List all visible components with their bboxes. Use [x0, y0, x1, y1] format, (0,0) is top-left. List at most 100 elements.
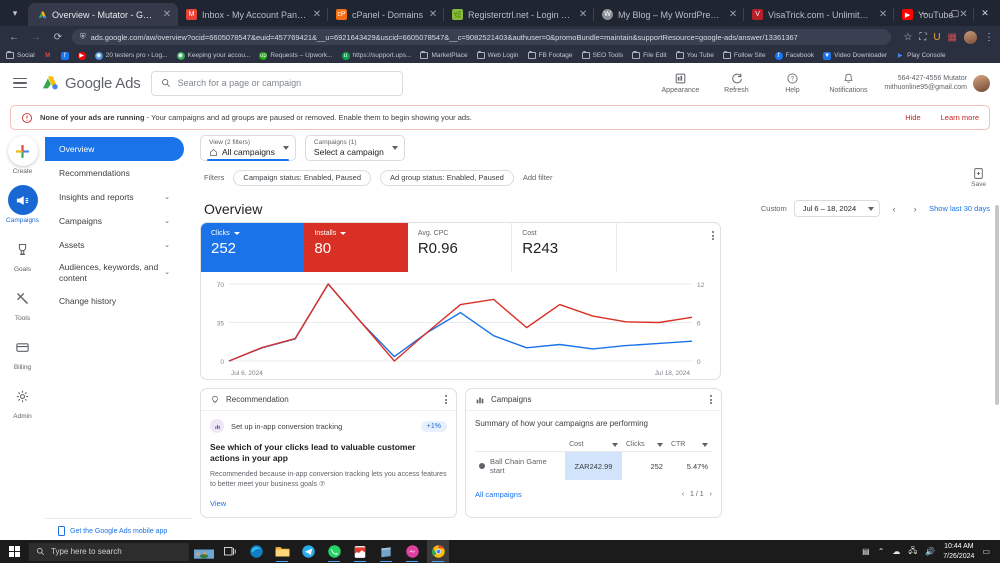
whatsapp-icon[interactable]: [323, 540, 345, 563]
browser-tab[interactable]: cP cPanel - Domains ✕: [328, 3, 445, 26]
maximize-button[interactable]: ▢: [940, 0, 970, 26]
show-last-30-days-link[interactable]: Show last 30 days: [929, 204, 990, 213]
metric-cost[interactable]: Cost R243: [512, 223, 617, 272]
show-hidden-icons[interactable]: ⌃: [878, 547, 885, 556]
back-icon[interactable]: ←: [6, 29, 22, 45]
metric-installs[interactable]: Installs 80: [304, 223, 408, 272]
column-header-ctr[interactable]: CTR: [666, 439, 712, 452]
rail-item-tools[interactable]: Tools: [0, 283, 45, 322]
address-bar[interactable]: ⛨ ads.google.com/aw/overview?ocid=660507…: [72, 29, 892, 45]
rail-item-admin[interactable]: Admin: [0, 381, 45, 420]
hide-link[interactable]: Hide: [905, 113, 920, 122]
clock[interactable]: 10:44 AM 7/26/2024: [943, 542, 974, 560]
close-icon[interactable]: ✕: [312, 9, 322, 20]
learn-more-link[interactable]: Learn more: [941, 113, 979, 122]
close-icon[interactable]: ✕: [578, 9, 588, 20]
bookmark-item[interactable]: ◉ 20 testers pro › Log...: [94, 51, 168, 60]
mobile-app-link[interactable]: Get the Google Ads mobile app: [45, 518, 192, 536]
chevron-down-icon[interactable]: ⌄: [164, 269, 170, 278]
bookmark-item[interactable]: M: [44, 52, 52, 60]
menu-icon[interactable]: [10, 73, 30, 93]
bookmark-item[interactable]: MarketPlace: [420, 51, 468, 59]
sidebar-item-insights-and-reports[interactable]: Insights and reports ⌄: [45, 185, 184, 209]
card-menu-icon[interactable]: [712, 231, 715, 240]
site-info-icon[interactable]: ⛨: [80, 32, 86, 42]
bookmark-item[interactable]: Follow Site: [722, 51, 766, 59]
rail-item-campaigns[interactable]: Campaigns: [0, 185, 45, 224]
all-campaigns-link[interactable]: All campaigns: [475, 490, 522, 499]
bookmark-item[interactable]: u https://support.ups...: [341, 51, 411, 60]
sidebar-item-overview[interactable]: Overview: [45, 137, 184, 161]
notifications-button[interactable]: Notifications: [828, 72, 868, 94]
chevron-down-icon[interactable]: ⌄: [164, 217, 170, 225]
chrome-icon[interactable]: [427, 540, 449, 563]
messenger-icon[interactable]: [401, 540, 423, 563]
tab-search-button[interactable]: ▾: [2, 0, 28, 26]
sidebar-item-change-history[interactable]: Change history: [45, 289, 184, 313]
bookmark-item[interactable]: up Requests – Upwork...: [259, 51, 333, 60]
help-button[interactable]: ? Help: [772, 72, 812, 94]
close-icon[interactable]: ✕: [728, 9, 738, 20]
weather-widget[interactable]: [193, 540, 215, 563]
network-icon[interactable]: 🖧: [908, 545, 917, 559]
close-icon[interactable]: ✕: [878, 9, 888, 20]
bookmark-item[interactable]: ◉ Keeping your accou...: [176, 51, 250, 60]
campaign-selector[interactable]: Campaigns (1) Select a campaign: [304, 135, 405, 161]
extensions-icon[interactable]: ⛶: [919, 32, 926, 43]
chevron-down-icon[interactable]: [656, 442, 663, 447]
chevron-down-icon[interactable]: [282, 146, 289, 150]
bookmark-item[interactable]: ▼ Video Downloader: [823, 51, 887, 60]
notification-center-icon[interactable]: ▭: [982, 547, 990, 556]
star-icon[interactable]: ☆: [903, 32, 912, 43]
file-explorer-icon[interactable]: [271, 540, 293, 563]
chevron-down-icon[interactable]: [611, 442, 618, 447]
edge-icon[interactable]: [245, 540, 267, 563]
bookmark-item[interactable]: You Tube: [675, 51, 714, 59]
close-icon[interactable]: ✕: [162, 9, 172, 20]
chevron-down-icon[interactable]: [391, 146, 398, 150]
date-range-selector[interactable]: Jul 6 – 18, 2024: [793, 200, 881, 217]
chevron-down-icon[interactable]: ⌄: [164, 241, 170, 249]
sidebar-item-campaigns[interactable]: Campaigns ⌄: [45, 209, 184, 233]
filter-chip-campaign-status[interactable]: Campaign status: Enabled, Paused: [233, 169, 371, 186]
bookmark-item[interactable]: ▶: [77, 51, 86, 60]
search-input[interactable]: Search for a page or campaign: [150, 70, 403, 96]
sidebar-item-audiences-keywords-content[interactable]: Audiences, keywords, and content ⌄: [45, 257, 184, 289]
prev-page-button[interactable]: ‹: [682, 491, 684, 498]
task-view-icon[interactable]: [219, 540, 241, 563]
rail-item-create[interactable]: Create: [0, 136, 45, 175]
card-menu-icon[interactable]: [710, 395, 712, 404]
pdf-icon[interactable]: [349, 540, 371, 563]
browser-tab[interactable]: M Inbox - My Account Panel - Ne ✕: [178, 3, 328, 26]
view-selector[interactable]: View (2 filters) All campaigns: [200, 135, 296, 161]
forward-icon[interactable]: →: [28, 29, 44, 45]
start-button[interactable]: [4, 540, 25, 563]
table-row[interactable]: Ball Chain Game start ZAR242.99 252 5.47…: [475, 451, 712, 480]
card-menu-icon[interactable]: [445, 395, 447, 404]
store-icon[interactable]: [375, 540, 397, 563]
chevron-down-icon[interactable]: [702, 442, 708, 447]
browser-tab[interactable]: 🌿 Registerctrl.net - Login and Re ✕: [444, 3, 595, 26]
chevron-down-icon[interactable]: [340, 232, 347, 235]
vertical-scrollbar[interactable]: [995, 205, 999, 405]
onedrive-icon[interactable]: ☁: [892, 547, 900, 556]
ublock-icon[interactable]: U: [933, 32, 940, 43]
next-page-button[interactable]: ›: [710, 491, 712, 498]
chevron-down-icon[interactable]: [233, 232, 240, 235]
telegram-icon[interactable]: [297, 540, 319, 563]
bookmark-item[interactable]: Web Login: [476, 51, 519, 59]
browser-menu-icon[interactable]: ⋮: [984, 32, 994, 43]
rail-item-goals[interactable]: Goals: [0, 234, 45, 273]
bookmark-item[interactable]: File Edit: [632, 51, 667, 59]
tray-app-icon[interactable]: ▤: [862, 547, 870, 556]
bookmark-item[interactable]: ▶ Play Console: [896, 52, 946, 60]
chevron-down-icon[interactable]: ⌄: [164, 193, 170, 201]
avatar[interactable]: [973, 74, 990, 92]
sidebar-item-assets[interactable]: Assets ⌄: [45, 233, 184, 257]
bookmark-item[interactable]: Social: [6, 51, 35, 59]
bookmark-item[interactable]: f: [60, 51, 69, 60]
volume-icon[interactable]: 🔊: [925, 547, 935, 556]
bookmark-item[interactable]: SEO Tools: [581, 51, 623, 59]
filter-chip-adgroup-status[interactable]: Ad group status: Enabled, Paused: [380, 169, 514, 186]
bookmark-item[interactable]: FB Footage: [527, 51, 573, 59]
